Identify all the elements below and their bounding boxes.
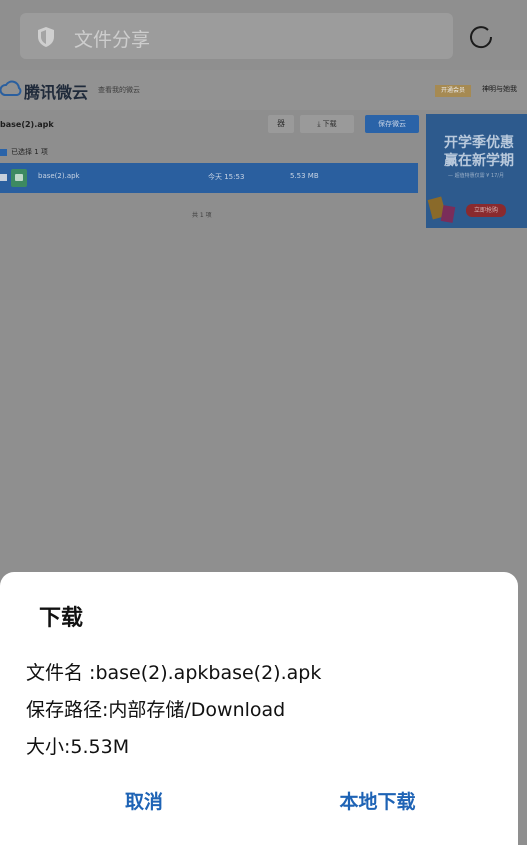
promo-line-1: 开学季优惠 [444, 135, 514, 151]
selection-text: 已选择 1 项 [11, 148, 48, 156]
file-size: 5.53 MB [290, 172, 319, 180]
download-label: 下载 [322, 120, 337, 128]
file-row[interactable]: base(2).apk 今天 15:53 5.53 MB [0, 163, 418, 193]
promo-line-2: 赢在新学期 [444, 153, 514, 169]
local-download-button[interactable]: 本地下载 [325, 787, 430, 815]
brand-name[interactable]: 腾讯微云 [24, 79, 88, 103]
select-all-checkbox[interactable] [0, 148, 7, 156]
web-page: 腾讯微云 查看我的微云 开通会员 神明与她我 base(2).apk 器 ⤓ 下… [0, 70, 527, 300]
cancel-button[interactable]: 取消 [110, 787, 178, 815]
browser-toolbar: 文件分享 [0, 0, 527, 76]
gift-decoration [440, 205, 456, 223]
total-count: 共 1 项 [192, 212, 212, 219]
dialog-title: 下载 [39, 606, 84, 631]
file-name: base(2).apk [38, 172, 80, 180]
dialog-file-size: 大小:5.53M [26, 736, 130, 758]
apk-file-icon [11, 169, 27, 187]
reload-icon[interactable] [467, 23, 495, 51]
page-header: 腾讯微云 查看我的微云 开通会员 神明与她我 [0, 70, 527, 110]
dialog-save-path: 保存路径:内部存储/Download [26, 699, 286, 721]
promo-line-3: — 超值特惠仅需 ¥ 17/月 [448, 173, 504, 179]
promo-banner[interactable]: 开学季优惠 赢在新学期 — 超值特惠仅需 ¥ 17/月 立即抢购 [426, 114, 527, 228]
selection-status: 已选择 1 项 [0, 147, 48, 157]
shield-icon [38, 27, 54, 47]
vip-button[interactable]: 开通会员 [435, 85, 471, 97]
cloud-logo-icon [0, 80, 22, 96]
file-date: 今天 15:53 [208, 173, 245, 181]
buy-now-button[interactable]: 立即抢购 [466, 204, 506, 217]
file-title: base(2).apk [0, 120, 54, 129]
save-to-weiyun-button[interactable]: 保存微云 [365, 115, 419, 133]
url-text[interactable]: 文件分享 [74, 25, 150, 52]
my-weiyun-link[interactable]: 查看我的微云 [98, 85, 140, 95]
download-button[interactable]: ⤓ 下载 [300, 115, 354, 133]
row-checkbox[interactable] [0, 174, 7, 181]
dialog-filename: 文件名 :base(2).apkbase(2).apk [26, 662, 322, 684]
user-name[interactable]: 神明与她我 [482, 84, 517, 94]
download-dialog: 下载 文件名 :base(2).apkbase(2).apk 保存路径:内部存储… [0, 572, 518, 845]
qrcode-button[interactable]: 器 [268, 115, 294, 133]
